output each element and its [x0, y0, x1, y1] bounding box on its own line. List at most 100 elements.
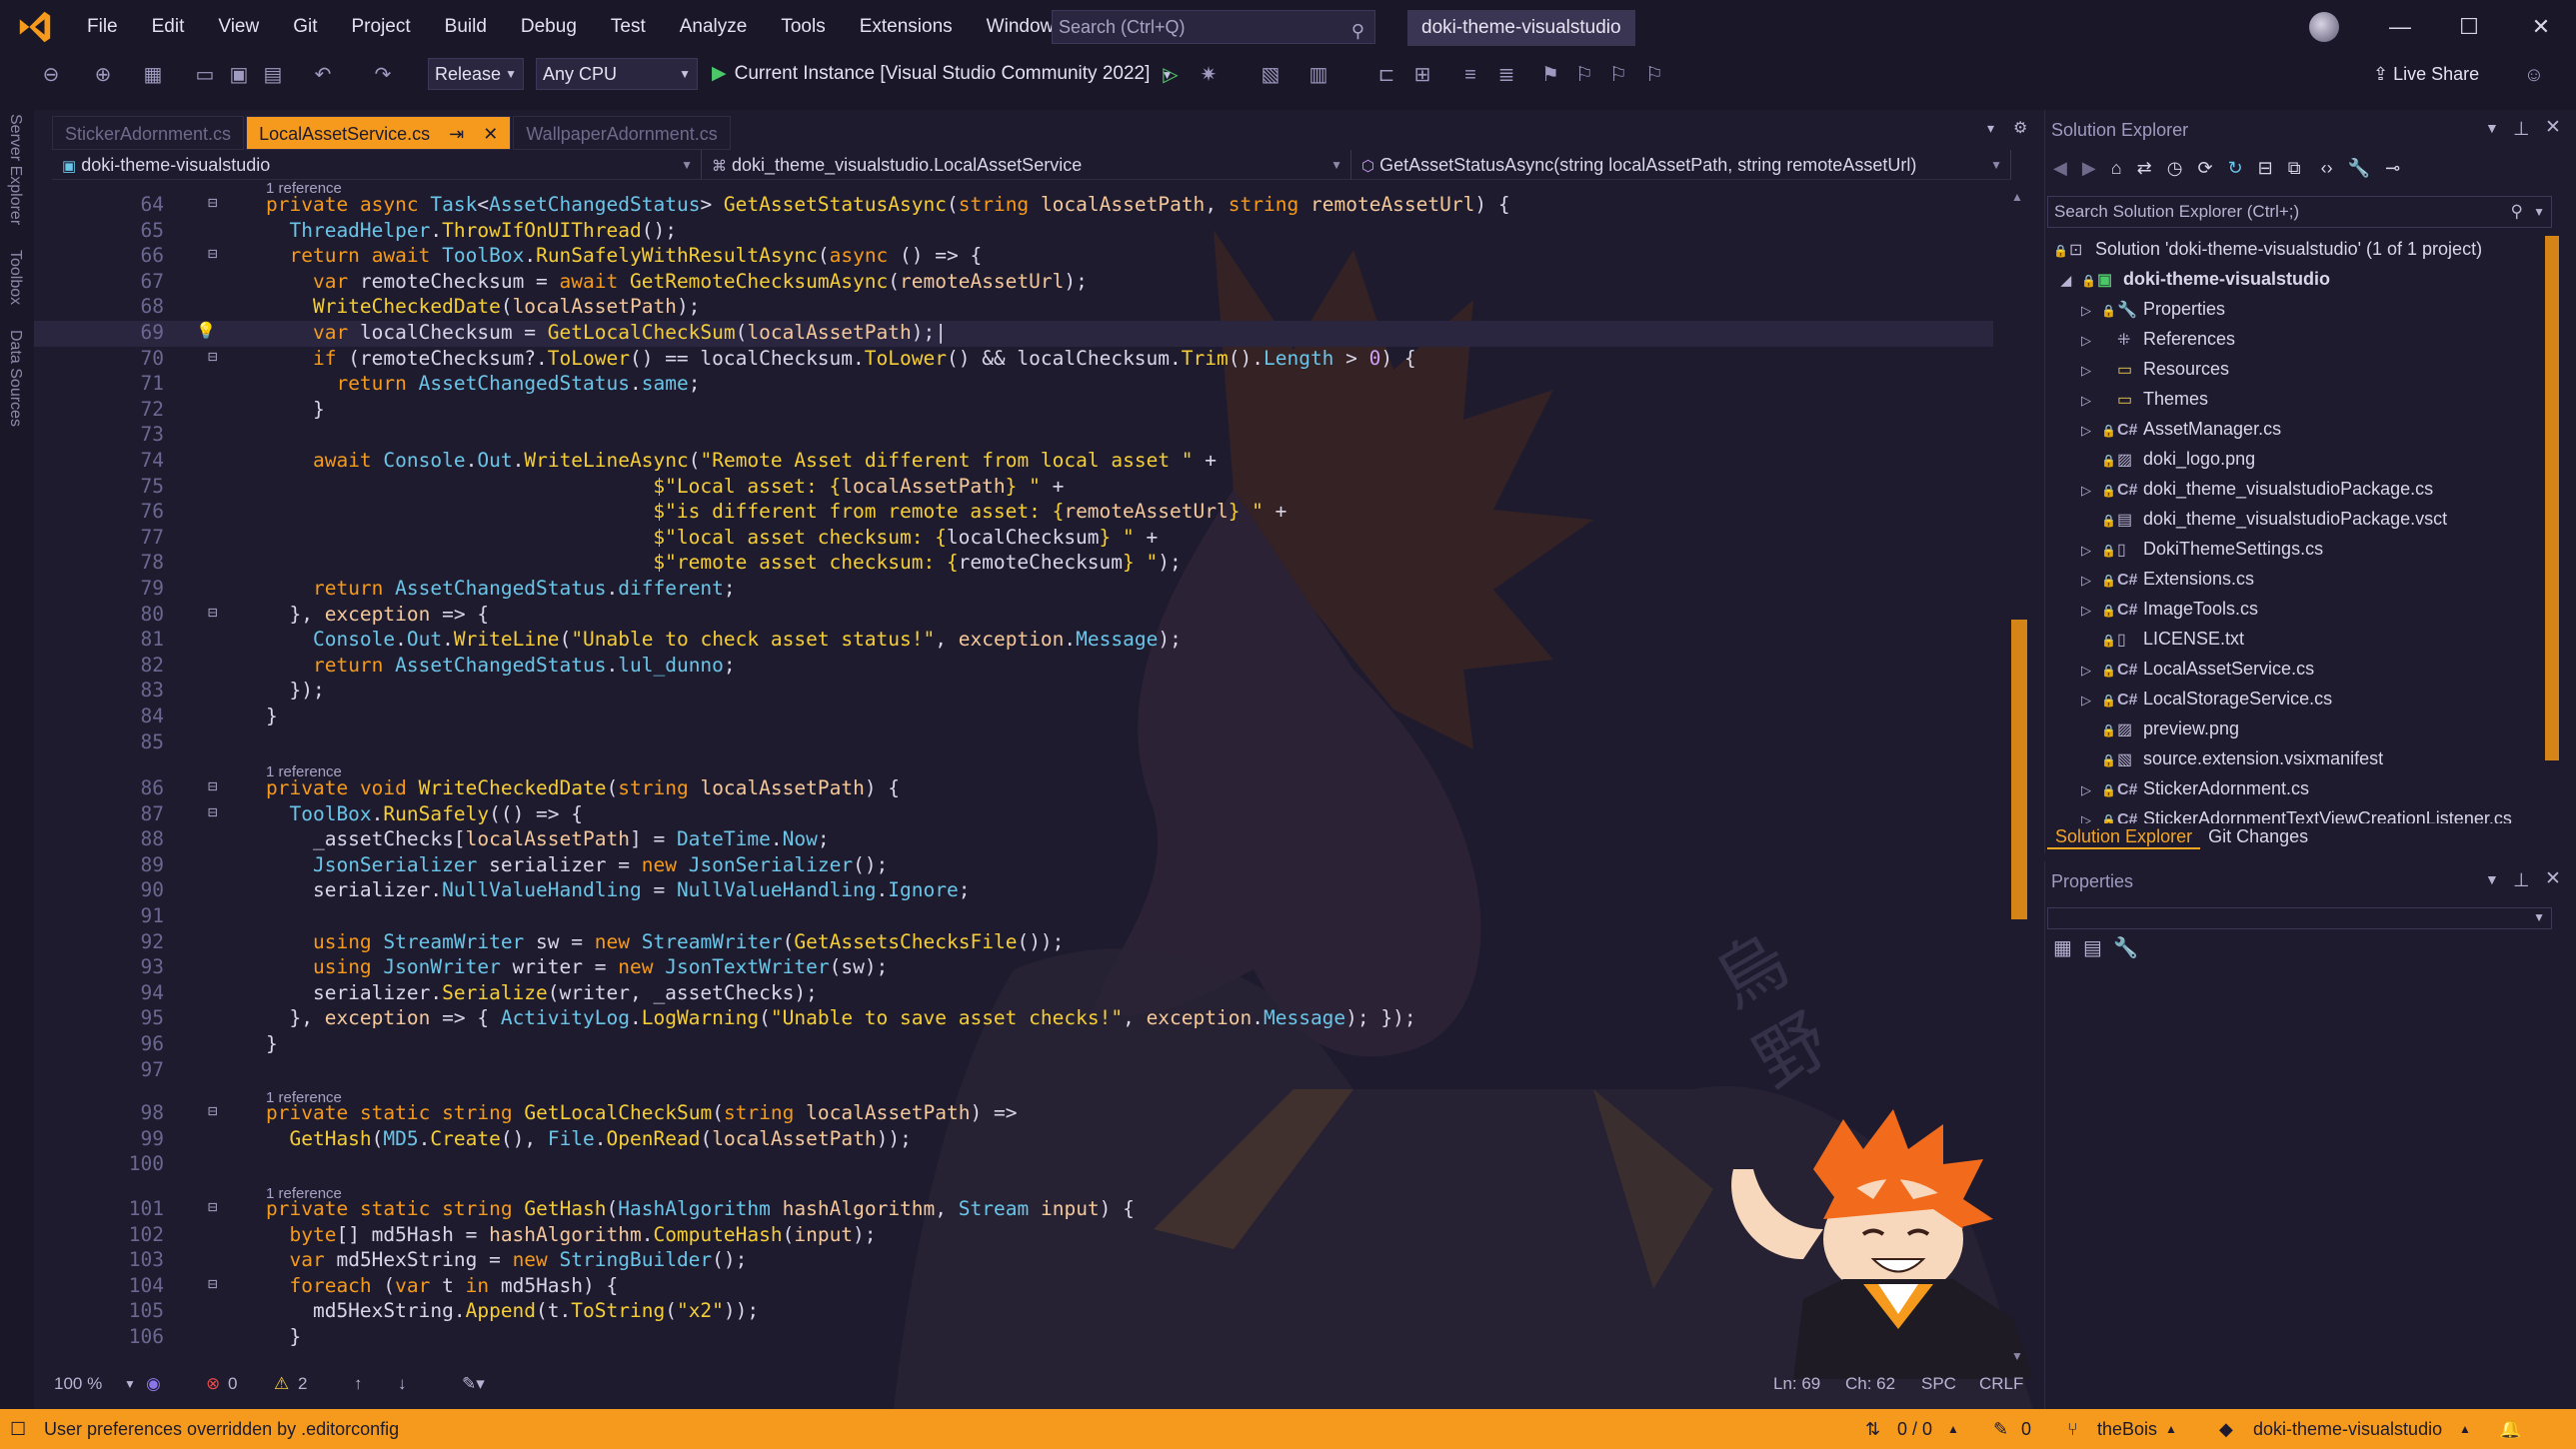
- settings-gear-icon[interactable]: ⚙: [2013, 118, 2027, 138]
- expanded-icon[interactable]: ◢: [2061, 266, 2081, 296]
- menu-build[interactable]: Build: [428, 0, 504, 54]
- undo-icon[interactable]: ↶: [310, 62, 336, 88]
- collapse-icon[interactable]: ⊟: [208, 1101, 218, 1120]
- menu-project[interactable]: Project: [335, 0, 428, 54]
- lightbulb-icon[interactable]: 💡: [196, 321, 216, 340]
- outdent-icon[interactable]: ≣: [1493, 62, 1519, 88]
- menu-tools[interactable]: Tools: [764, 0, 842, 54]
- server-explorer-tab[interactable]: Server Explorer: [6, 114, 24, 225]
- tree-item[interactable]: ▷ 🔒C# LocalAssetService.cs: [2081, 654, 2314, 684]
- collapsed-icon[interactable]: ▷: [2081, 775, 2101, 805]
- data-sources-tab[interactable]: Data Sources: [6, 330, 24, 427]
- clear-bookmarks-icon[interactable]: ⚐: [1641, 62, 1667, 88]
- menu-test[interactable]: Test: [594, 0, 663, 54]
- live-share-button[interactable]: ⇪ Live Share: [2373, 60, 2479, 88]
- tree-item[interactable]: ▷ ⁜ References: [2081, 324, 2235, 354]
- step-icon[interactable]: ⊏: [1373, 62, 1399, 88]
- new-item-icon[interactable]: ▦: [140, 62, 166, 88]
- tree-item[interactable]: ▷ 🔒C# StickerAdornmentTextViewCreationList…: [2081, 803, 2512, 823]
- platform-select[interactable]: Any CPU ▼: [536, 58, 698, 90]
- collapsed-icon[interactable]: ▷: [2081, 566, 2101, 596]
- preview-icon[interactable]: ⊸: [2385, 158, 2400, 178]
- start-without-debug-icon[interactable]: ▷: [1158, 62, 1184, 88]
- collapsed-icon[interactable]: ▷: [2081, 596, 2101, 626]
- error-icon[interactable]: ⊗: [206, 1369, 220, 1399]
- collapsed-icon[interactable]: ▷: [2081, 805, 2101, 823]
- chevron-up-icon[interactable]: ▲: [1947, 1409, 1959, 1449]
- tree-item[interactable]: 🔒▧ source.extension.vsixmanifest: [2081, 743, 2383, 773]
- collapsed-icon[interactable]: ▷: [2081, 536, 2101, 566]
- bookmark-icon[interactable]: ⚑: [1537, 62, 1563, 88]
- tab-git-changes[interactable]: Git Changes: [2200, 823, 2316, 849]
- tab-solution-explorer[interactable]: Solution Explorer: [2047, 823, 2201, 849]
- indentation-mode[interactable]: SPC: [1921, 1369, 1956, 1399]
- code-cleanup-icon[interactable]: ✎▾: [462, 1369, 485, 1399]
- switch-views-icon[interactable]: ⇄: [2137, 158, 2152, 178]
- pin-icon[interactable]: ⊥: [2513, 869, 2530, 892]
- chevron-down-icon[interactable]: ▼: [124, 1369, 136, 1399]
- show-all-files-icon[interactable]: ⧉: [2288, 158, 2301, 178]
- tree-item[interactable]: ▷ 🔒C# Extensions.cs: [2081, 564, 2254, 594]
- collapsed-icon[interactable]: ▷: [2081, 416, 2101, 446]
- prev-bookmark-icon[interactable]: ⚐: [1571, 62, 1597, 88]
- scroll-up-icon[interactable]: ▲: [2011, 190, 2023, 204]
- refresh-icon[interactable]: ↻: [2228, 158, 2243, 178]
- tab-sticker-adornment[interactable]: StickerAdornment.cs: [52, 116, 245, 150]
- back-icon[interactable]: ◀: [2053, 158, 2067, 178]
- tree-solution[interactable]: 🔒⊡ Solution 'doki-theme-visualstudio' (1 …: [2053, 234, 2482, 264]
- tree-item[interactable]: ▷ 🔒C# ImageTools.cs: [2081, 594, 2258, 624]
- collapsed-icon[interactable]: ▷: [2081, 386, 2101, 416]
- pending-changes-icon[interactable]: ◷: [2167, 158, 2183, 178]
- chevron-down-icon[interactable]: ▼: [2533, 197, 2545, 227]
- tab-local-asset-service[interactable]: LocalAssetService.cs ⇥ ✕: [246, 116, 512, 150]
- tree-item[interactable]: 🔒▤ doki_theme_visualstudioPackage.vsct: [2081, 504, 2447, 534]
- collapsed-icon[interactable]: ▷: [2081, 476, 2101, 506]
- zoom-level[interactable]: 100 %: [54, 1369, 102, 1399]
- tree-project[interactable]: ◢ 🔒▣ doki-theme-visualstudio: [2061, 264, 2330, 294]
- branch-name[interactable]: theBois: [2097, 1409, 2157, 1449]
- solution-explorer-search[interactable]: Search Solution Explorer (Ctrl+;) ⚲ ▼: [2047, 196, 2552, 228]
- tab-overflow-icon[interactable]: ▾: [1987, 120, 1994, 137]
- home-icon[interactable]: ⌂: [2111, 158, 2122, 178]
- collapsed-icon[interactable]: ▷: [2081, 326, 2101, 356]
- warning-icon[interactable]: ⚠: [274, 1369, 289, 1399]
- close-panel-icon[interactable]: ✕: [2545, 867, 2561, 890]
- tree-item[interactable]: ▷ 🔒C# doki_theme_visualstudioPackage.cs: [2081, 474, 2433, 504]
- project-dropdown[interactable]: ▣ doki-theme-visualstudio ▼: [52, 150, 702, 180]
- categorized-icon[interactable]: ▦: [2053, 937, 2072, 959]
- collapse-icon[interactable]: ⊟: [208, 244, 218, 263]
- menu-debug[interactable]: Debug: [504, 0, 594, 54]
- collapse-icon[interactable]: ⊟: [208, 1274, 218, 1293]
- branch-icon[interactable]: ⑂: [2067, 1409, 2078, 1449]
- menu-file[interactable]: File: [70, 0, 135, 54]
- collapse-icon[interactable]: ⊟: [208, 802, 218, 821]
- chevron-down-icon[interactable]: ▼: [2485, 120, 2499, 136]
- tab-wallpaper-adornment[interactable]: WallpaperAdornment.cs: [513, 116, 731, 150]
- folder-view-icon[interactable]: ▧: [1258, 62, 1284, 88]
- minimize-icon[interactable]: —: [2385, 12, 2415, 42]
- menu-analyze[interactable]: Analyze: [663, 0, 765, 54]
- tree-item[interactable]: ▷ 🔒🔧 Properties: [2081, 294, 2225, 324]
- warning-count[interactable]: 2: [298, 1369, 307, 1399]
- tree-item[interactable]: ▷ 🔒C# AssetManager.cs: [2081, 414, 2281, 444]
- code-editor[interactable]: 烏 野 StickerAdornment.cs LocalAssetServic…: [34, 110, 2033, 1409]
- collapse-icon[interactable]: ⊟: [208, 1197, 218, 1216]
- property-pages-icon[interactable]: 🔧: [2113, 937, 2138, 959]
- error-count[interactable]: 0: [228, 1369, 237, 1399]
- avatar[interactable]: [2309, 12, 2339, 42]
- line-endings[interactable]: CRLF: [1979, 1369, 2023, 1399]
- previous-issue-icon[interactable]: ↑: [354, 1369, 363, 1399]
- repo-icon[interactable]: ◆: [2219, 1409, 2233, 1449]
- repo-name[interactable]: doki-theme-visualstudio: [2253, 1409, 2442, 1449]
- toolbox-tab[interactable]: Toolbox: [6, 250, 24, 305]
- pin-icon[interactable]: ⊥: [2513, 118, 2530, 141]
- code-area[interactable]: 1 reference 64 ⊟ private async Task<AssetC…: [34, 180, 2023, 1348]
- scrollbar-thumb[interactable]: [2011, 620, 2027, 919]
- health-icon[interactable]: ◉: [146, 1369, 161, 1399]
- feedback-icon[interactable]: ☺: [2521, 62, 2547, 88]
- properties-object-select[interactable]: ▼: [2047, 907, 2552, 929]
- chevron-up-icon[interactable]: ▲: [2459, 1409, 2471, 1449]
- close-tab-icon[interactable]: ✕: [483, 124, 498, 144]
- diagram-icon[interactable]: ⊞: [1409, 62, 1435, 88]
- alphabetical-icon[interactable]: ▤: [2083, 937, 2102, 959]
